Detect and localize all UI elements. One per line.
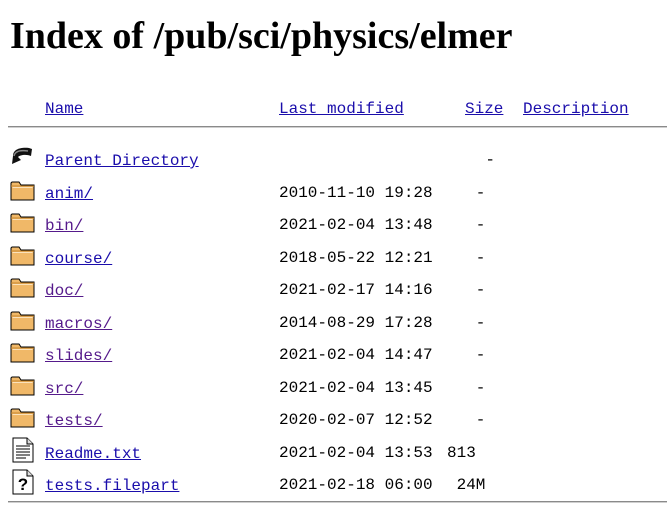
file-link[interactable]: bin/ (45, 217, 83, 235)
folder-icon (10, 372, 36, 398)
file-link[interactable]: course/ (45, 250, 112, 268)
page-title: Index of /pub/sci/physics/elmer (10, 15, 513, 57)
parent-directory-row: Parent Directory - (0, 142, 667, 174)
folder-icon (10, 339, 36, 365)
last-modified-cell: 2021-02-04 14:47 (279, 346, 433, 364)
folder-icon (10, 242, 36, 268)
folder-icon (10, 177, 36, 203)
table-row: bin/2021-02-04 13:48 - (0, 207, 667, 239)
table-row: ? tests.filepart 2021-02-18 06:00 24M (0, 467, 667, 499)
file-link[interactable]: Readme.txt (45, 445, 141, 463)
unknown-file-icon: ? (10, 469, 36, 495)
last-modified-cell: 2021-02-18 06:00 (279, 476, 433, 494)
table-row: macros/2014-08-29 17:28 - (0, 305, 667, 337)
last-modified-cell: 2014-08-29 17:28 (279, 313, 433, 332)
last-modified-cell: 2010-11-10 19:28 (279, 183, 433, 202)
column-header-size[interactable]: Size (465, 100, 503, 118)
back-icon (10, 144, 36, 170)
last-modified-cell: 2020-02-07 12:52 (279, 411, 433, 429)
size-cell: - (475, 183, 495, 202)
folder-icon (10, 404, 36, 430)
header-divider (8, 126, 667, 128)
size-cell: - (475, 248, 495, 267)
file-link[interactable]: tests/ (45, 412, 103, 430)
last-modified-cell: 2021-02-04 13:53 (279, 443, 433, 462)
last-modified-cell: 2021-02-04 13:48 (279, 216, 433, 234)
file-link[interactable]: doc/ (45, 282, 83, 300)
folder-icon (10, 307, 36, 333)
column-header-last-modified[interactable]: Last modified (279, 100, 404, 118)
footer-divider (8, 501, 667, 503)
table-row: src/2021-02-04 13:45 - (0, 370, 667, 402)
table-row: Readme.txt 2021-02-04 13:53 813 (0, 435, 667, 467)
table-row: anim/2010-11-10 19:28 - (0, 175, 667, 207)
last-modified-cell: 2021-02-17 14:16 (279, 281, 433, 299)
table-row: doc/2021-02-17 14:16 - (0, 272, 667, 304)
size-cell: - (475, 216, 495, 234)
column-header-name[interactable]: Name (45, 100, 83, 118)
size-cell: 24M (456, 476, 495, 494)
column-header-description[interactable]: Description (523, 100, 629, 118)
size-cell: - (475, 281, 495, 299)
size-cell: - (475, 313, 495, 332)
text-file-icon (10, 437, 36, 463)
folder-icon (10, 274, 36, 300)
parent-directory-link[interactable]: Parent Directory (45, 152, 199, 170)
file-link[interactable]: macros/ (45, 315, 112, 333)
file-link[interactable]: anim/ (45, 185, 93, 203)
size-cell: - (475, 411, 495, 429)
last-modified-cell: 2018-05-22 12:21 (279, 248, 433, 267)
size-cell: 813 (446, 443, 495, 462)
size-cell: - (485, 151, 495, 169)
last-modified-cell: 2021-02-04 13:45 (279, 378, 433, 397)
svg-text:?: ? (18, 475, 28, 494)
folder-icon (10, 209, 36, 235)
table-row: slides/2021-02-04 14:47 - (0, 337, 667, 369)
size-cell: - (475, 378, 495, 397)
size-cell: - (475, 346, 495, 364)
file-link[interactable]: tests.filepart (45, 477, 179, 495)
file-link[interactable]: src/ (45, 380, 83, 398)
table-row: tests/2020-02-07 12:52 - (0, 402, 667, 434)
file-link[interactable]: slides/ (45, 347, 112, 365)
table-row: course/2018-05-22 12:21 - (0, 240, 667, 272)
